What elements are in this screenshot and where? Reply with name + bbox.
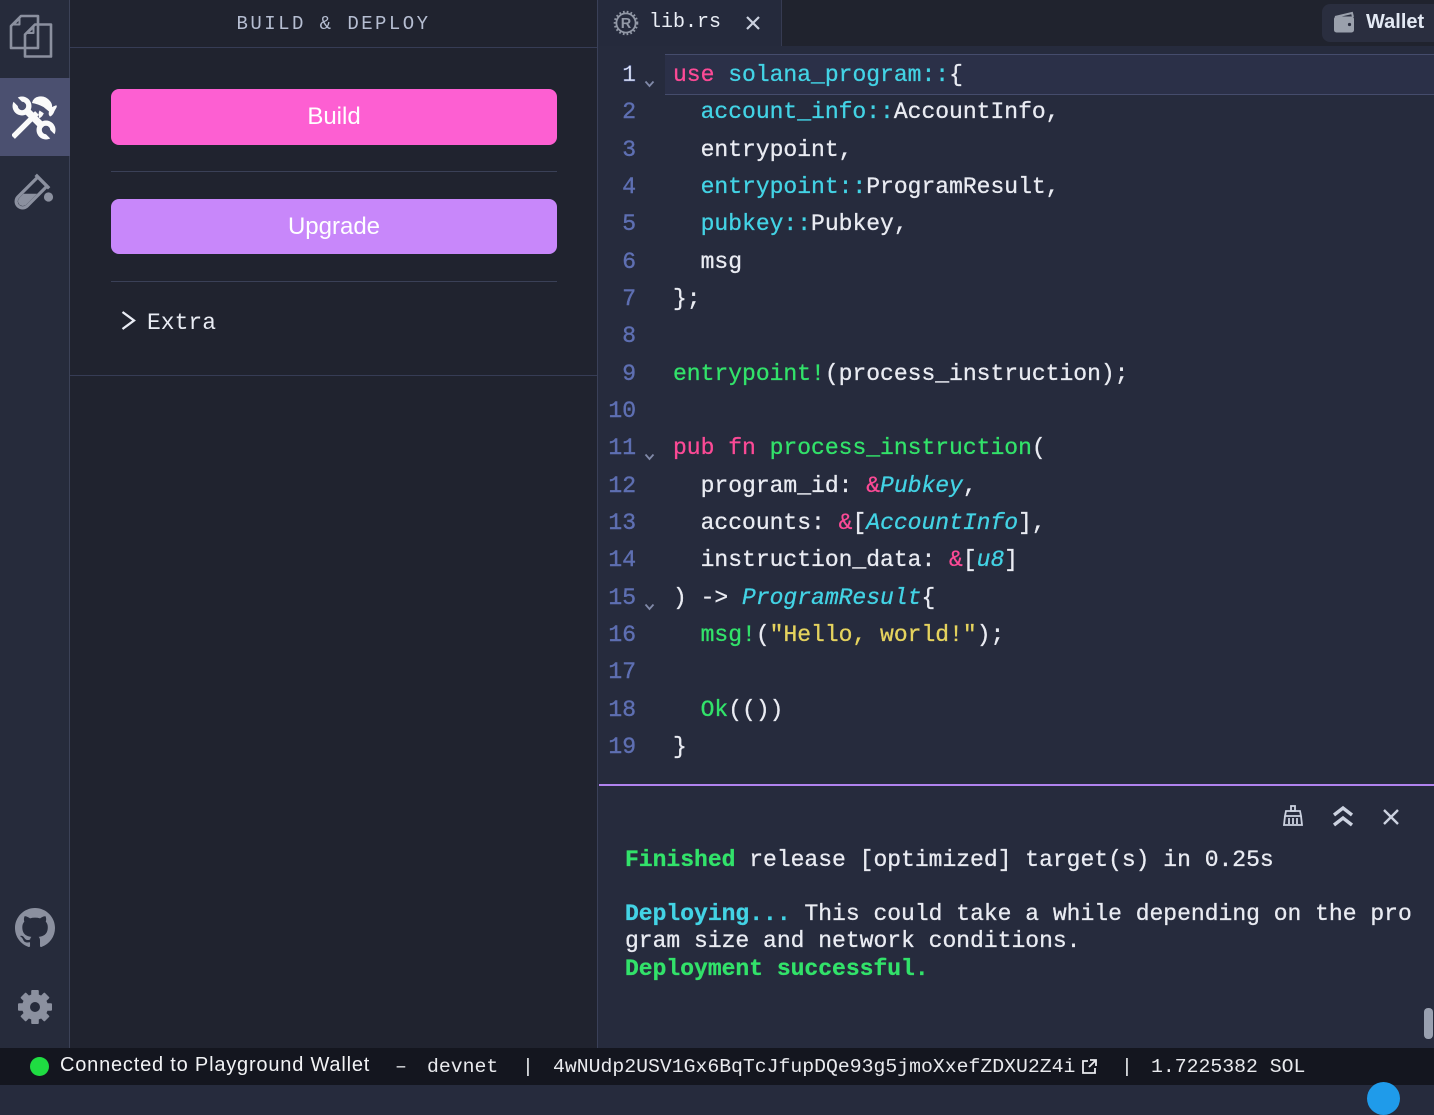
svg-text:R: R [621, 16, 632, 32]
